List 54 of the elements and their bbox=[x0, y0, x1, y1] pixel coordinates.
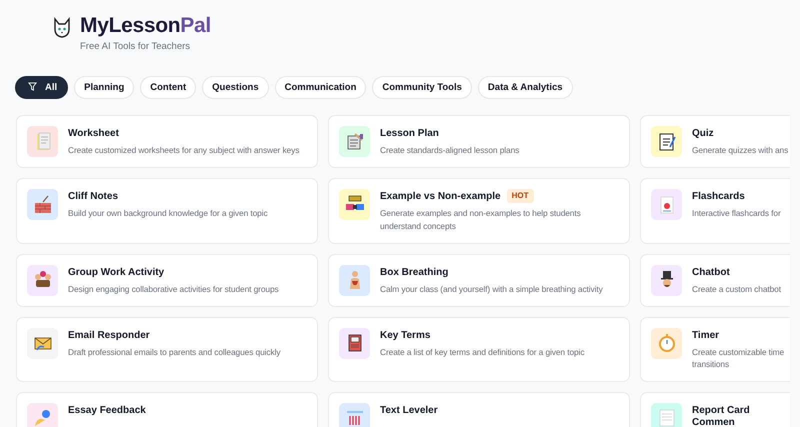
tool-card[interactable]: Quiz Generate quizzes with ans bbox=[640, 115, 790, 168]
tool-card[interactable]: Text Leveler bbox=[328, 392, 630, 427]
tool-card[interactable]: Example vs Non-example HOT Generate examples and non-examples to help students understand concepts bbox=[328, 178, 630, 244]
tool-card[interactable]: Timer Create customizable time transitions bbox=[640, 316, 790, 382]
hot-badge: HOT bbox=[506, 189, 534, 204]
tagline: Free AI Tools for Teachers bbox=[80, 40, 192, 54]
tool-card[interactable]: Lesson Plan Create standards-aligned lesson plans bbox=[328, 115, 630, 168]
filter-tab[interactable]: All bbox=[15, 76, 68, 100]
tool-card[interactable]: Key Terms Create a list of key terms and definitions for a given topic bbox=[328, 316, 630, 382]
tool-description: Generate quizzes with ans bbox=[692, 144, 788, 157]
cat-logo-icon bbox=[52, 16, 72, 39]
tool-card[interactable]: Email Responder Draft professional emails to parents and colleagues quickly bbox=[16, 316, 318, 382]
tool-title: Timer bbox=[692, 330, 720, 342]
tool-description: Create customizable time transitions bbox=[692, 346, 784, 371]
tool-title: Worksheet bbox=[68, 128, 119, 140]
tool-title: Example vs Non-example bbox=[380, 191, 501, 204]
filter-tab[interactable]: Questions bbox=[202, 76, 269, 100]
tool-title: Lesson Plan bbox=[380, 128, 439, 140]
filter-icon bbox=[28, 82, 37, 92]
tool-description: Create customized worksheets for any subject with answer keys bbox=[68, 144, 300, 157]
tool-title: Essay Feedback bbox=[68, 404, 146, 417]
tool-title: Cliff Notes bbox=[68, 191, 118, 204]
tool-description: Calm your class (and yourself) with a simple breathing activity bbox=[380, 282, 603, 296]
filter-tab[interactable]: Content bbox=[140, 76, 196, 100]
tool-description: Design engaging collaborative activities for student groups bbox=[68, 282, 279, 296]
filter-tab[interactable]: Community Tools bbox=[372, 76, 472, 100]
tool-title: Chatbot bbox=[692, 266, 730, 279]
tool-description: Draft professional emails to parents and colleagues quickly bbox=[68, 346, 280, 358]
tool-title: Quiz bbox=[692, 128, 714, 140]
tool-title: Box Breathing bbox=[380, 266, 448, 279]
tool-card[interactable]: Essay Feedback bbox=[16, 392, 318, 427]
filter-tab[interactable]: Planning bbox=[74, 76, 134, 100]
tool-card[interactable]: Flashcards Interactive flashcards for bbox=[640, 178, 790, 244]
tool-title: Text Leveler bbox=[380, 404, 438, 417]
tool-title: Key Terms bbox=[380, 330, 430, 342]
tool-card[interactable]: Report Card Commen bbox=[640, 392, 790, 427]
tool-card[interactable]: Box Breathing Calm your class (and yourself) with a simple breathing activity bbox=[328, 254, 630, 307]
tool-title: Flashcards bbox=[692, 191, 745, 204]
tool-description: Interactive flashcards for bbox=[692, 207, 781, 220]
tool-description: Create a custom chatbot bbox=[692, 282, 781, 296]
tool-card[interactable]: Cliff Notes Build your own background knowledge for a given topic bbox=[16, 178, 318, 244]
brand-name: MyLessonPal bbox=[80, 14, 211, 38]
tool-card[interactable]: Worksheet Create customized worksheets for any subject with answer keys bbox=[16, 115, 318, 168]
tool-description: Create standards-aligned lesson plans bbox=[380, 144, 520, 157]
filter-tab[interactable]: Data & Analytics bbox=[478, 76, 573, 100]
filter-tab[interactable]: Communication bbox=[274, 76, 366, 100]
tool-card[interactable]: Group Work Activity Design engaging collaborative activities for student groups bbox=[16, 254, 318, 307]
tool-title: Email Responder bbox=[68, 330, 150, 342]
tool-description: Build your own background knowledge for a given topic bbox=[68, 207, 268, 220]
tool-title: Group Work Activity bbox=[68, 266, 164, 279]
tool-title: Report Card Commen bbox=[692, 404, 751, 427]
tool-description: Create a list of key terms and definitions for a given topic bbox=[380, 346, 584, 358]
tool-description: Generate examples and non-examples to help students understand concepts bbox=[380, 207, 582, 233]
tool-card[interactable]: Chatbot Create a custom chatbot bbox=[640, 254, 790, 307]
